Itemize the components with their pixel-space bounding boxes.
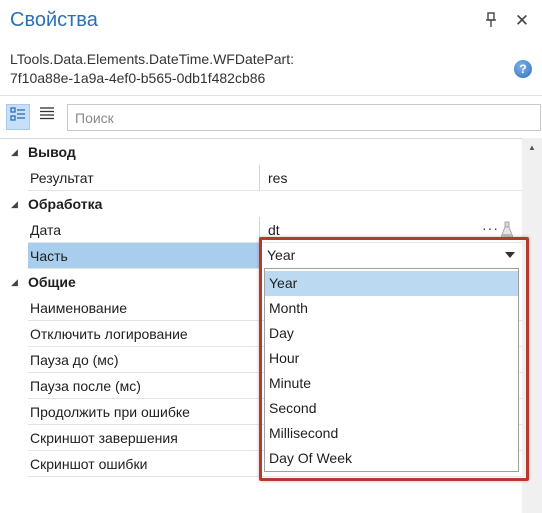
property-label: Пауза после (мс) [28,373,260,399]
category-label: Обработка [28,196,103,212]
close-icon[interactable]: ✕ [512,11,532,31]
categorized-view-icon [10,107,25,121]
category-output[interactable]: ◢ Вывод [0,139,522,165]
element-type-name: LTools.Data.Elements.DateTime.WFDatePart… [10,50,500,88]
property-label: Часть [28,243,260,269]
property-value[interactable]: res [261,165,522,191]
property-label: Скриншот завершения [28,425,260,451]
property-label: Дата [28,217,260,243]
property-label: Скриншот ошибки [28,451,260,477]
categorized-view-button[interactable] [6,104,30,130]
type-name-line: LTools.Data.Elements.DateTime.WFDatePart… [10,51,294,86]
help-icon[interactable]: ? [514,60,532,78]
title-bar: Свойства ✕ [0,0,542,44]
annotation-highlight-frame [259,237,529,481]
search-input[interactable] [67,104,541,131]
property-row-result[interactable]: Результат res [0,165,522,191]
alphabetical-view-icon [40,107,54,120]
property-label: Наименование [28,295,260,321]
ellipsis-button[interactable]: ··· [482,217,499,239]
scroll-up-arrow-icon[interactable]: ▲ [522,141,542,155]
panel-title: Свойства [10,9,98,31]
alphabetical-view-button[interactable] [35,104,59,130]
property-label: Пауза до (мс) [28,347,260,373]
header-divider [0,95,542,96]
category-processing[interactable]: ◢ Обработка [0,191,522,217]
property-label: Результат [28,165,260,191]
property-label: Отключить логирование [28,321,260,347]
pin-icon[interactable] [482,12,500,30]
property-label: Продолжить при ошибке [28,399,260,425]
category-label: Вывод [28,144,76,160]
